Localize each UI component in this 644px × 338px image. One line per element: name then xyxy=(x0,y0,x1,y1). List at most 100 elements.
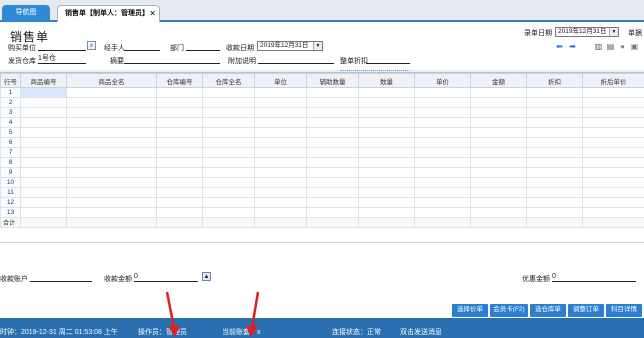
account-detail-button[interactable]: 科目详情 xyxy=(606,304,642,317)
exit-icon[interactable]: ▣ xyxy=(630,42,639,51)
collect-date-select[interactable]: 2019年12月31日 ▼ xyxy=(257,41,323,51)
table-row[interactable]: 5 xyxy=(0,127,644,138)
grid-cell[interactable] xyxy=(470,97,527,108)
grid-cell[interactable] xyxy=(526,187,583,198)
grid-cell[interactable] xyxy=(358,107,415,118)
grid-cell[interactable] xyxy=(526,157,583,168)
record-date-select[interactable]: 2019年12月31日 ▼ xyxy=(555,27,619,37)
grid-cell[interactable] xyxy=(156,97,203,108)
select-price-list-button[interactable]: 选择价单 xyxy=(452,304,488,317)
grid-cell[interactable] xyxy=(306,167,359,178)
row-number[interactable]: 11 xyxy=(0,187,21,198)
grid-cell[interactable] xyxy=(470,207,527,218)
column-header[interactable]: 仓库全名 xyxy=(202,73,255,88)
grid-cell[interactable] xyxy=(66,177,157,188)
grid-cell[interactable] xyxy=(254,177,307,188)
grid-cell[interactable] xyxy=(470,167,527,178)
table-row[interactable]: 9 xyxy=(0,167,644,178)
column-header[interactable]: 单位 xyxy=(254,73,307,88)
grid-cell[interactable] xyxy=(470,197,527,208)
handler-field[interactable] xyxy=(124,42,160,51)
row-number[interactable]: 1 xyxy=(0,87,21,98)
grid-cell[interactable] xyxy=(66,157,157,168)
grid-cell[interactable] xyxy=(66,97,157,108)
grid-cell[interactable] xyxy=(526,127,583,138)
grid-cell[interactable] xyxy=(66,117,157,128)
grid-cell[interactable] xyxy=(20,97,67,108)
grid-cell[interactable] xyxy=(526,147,583,158)
grid-cell[interactable] xyxy=(582,117,644,128)
status-send-message[interactable]: 双击发送消息 xyxy=(400,327,442,337)
grid-cell[interactable] xyxy=(414,147,471,158)
grid-cell[interactable] xyxy=(20,177,67,188)
promo-field[interactable]: 0 xyxy=(552,273,636,282)
buyer-field[interactable] xyxy=(38,42,86,51)
summary-field[interactable] xyxy=(124,55,220,64)
grid-cell[interactable] xyxy=(202,87,255,98)
grid-cell[interactable] xyxy=(66,107,157,118)
grid-cell[interactable] xyxy=(582,167,644,178)
grid-cell[interactable] xyxy=(156,127,203,138)
grid-cell[interactable] xyxy=(414,127,471,138)
table-row[interactable]: 7 xyxy=(0,147,644,158)
column-header[interactable]: 商品编号 xyxy=(20,73,67,88)
grid-cell[interactable] xyxy=(20,167,67,178)
grid-cell[interactable] xyxy=(20,87,67,98)
grid-cell[interactable] xyxy=(66,207,157,218)
grid-cell[interactable] xyxy=(526,107,583,118)
arrow-left-icon[interactable]: ⬅ xyxy=(555,42,564,51)
grid-cell[interactable] xyxy=(414,157,471,168)
grid-cell[interactable] xyxy=(202,147,255,158)
table-row[interactable]: 2 xyxy=(0,97,644,108)
grid-cell[interactable] xyxy=(414,187,471,198)
grid-cell[interactable] xyxy=(582,147,644,158)
grid-cell[interactable] xyxy=(156,117,203,128)
grid-cell[interactable] xyxy=(470,117,527,128)
grid-cell[interactable] xyxy=(414,87,471,98)
grid-cell[interactable] xyxy=(470,107,527,118)
grid-cell[interactable] xyxy=(414,117,471,128)
grid-cell[interactable] xyxy=(470,127,527,138)
grid-cell[interactable] xyxy=(254,117,307,128)
grid-cell[interactable] xyxy=(358,137,415,148)
grid-cell[interactable] xyxy=(582,157,644,168)
grid-cell[interactable] xyxy=(306,127,359,138)
grid-cell[interactable] xyxy=(202,157,255,168)
grid-cell[interactable] xyxy=(526,137,583,148)
grid-cell[interactable] xyxy=(582,207,644,218)
grid-cell[interactable] xyxy=(306,177,359,188)
grid-cell[interactable] xyxy=(202,177,255,188)
grid-cell[interactable] xyxy=(582,97,644,108)
grid-cell[interactable] xyxy=(20,207,67,218)
grid-cell[interactable] xyxy=(358,117,415,128)
grid-cell[interactable] xyxy=(414,97,471,108)
grid-cell[interactable] xyxy=(358,167,415,178)
column-header[interactable]: 仓库编号 xyxy=(156,73,203,88)
grid-cell[interactable] xyxy=(306,157,359,168)
table-row[interactable]: 4 xyxy=(0,117,644,128)
grid-cell[interactable] xyxy=(254,147,307,158)
search-icon[interactable]: ⌕ xyxy=(87,41,96,50)
grid-cell[interactable] xyxy=(306,137,359,148)
chevron-down-icon[interactable]: ▼ xyxy=(609,28,618,36)
grid-cell[interactable] xyxy=(470,187,527,198)
grid-cell[interactable] xyxy=(254,97,307,108)
grid-cell[interactable] xyxy=(470,157,527,168)
grid-cell[interactable] xyxy=(20,147,67,158)
grid-cell[interactable] xyxy=(526,117,583,128)
grid-cell[interactable] xyxy=(66,187,157,198)
discount-field[interactable] xyxy=(366,55,410,64)
column-header[interactable]: 数量 xyxy=(358,73,415,88)
grid-cell[interactable] xyxy=(20,107,67,118)
table-row[interactable]: 8 xyxy=(0,157,644,168)
select-warehouse-order-button[interactable]: 选仓库单 xyxy=(530,304,566,317)
grid-cell[interactable] xyxy=(358,187,415,198)
grid-cell[interactable] xyxy=(470,177,527,188)
grid-cell[interactable] xyxy=(526,197,583,208)
arrow-right-icon[interactable]: ➡ xyxy=(568,42,577,51)
row-number[interactable]: 4 xyxy=(0,117,21,128)
chevron-down-icon[interactable]: ▼ xyxy=(313,42,322,50)
settings-icon[interactable]: ● xyxy=(618,42,627,51)
grid-cell[interactable] xyxy=(254,127,307,138)
grid-cell[interactable] xyxy=(66,87,157,98)
